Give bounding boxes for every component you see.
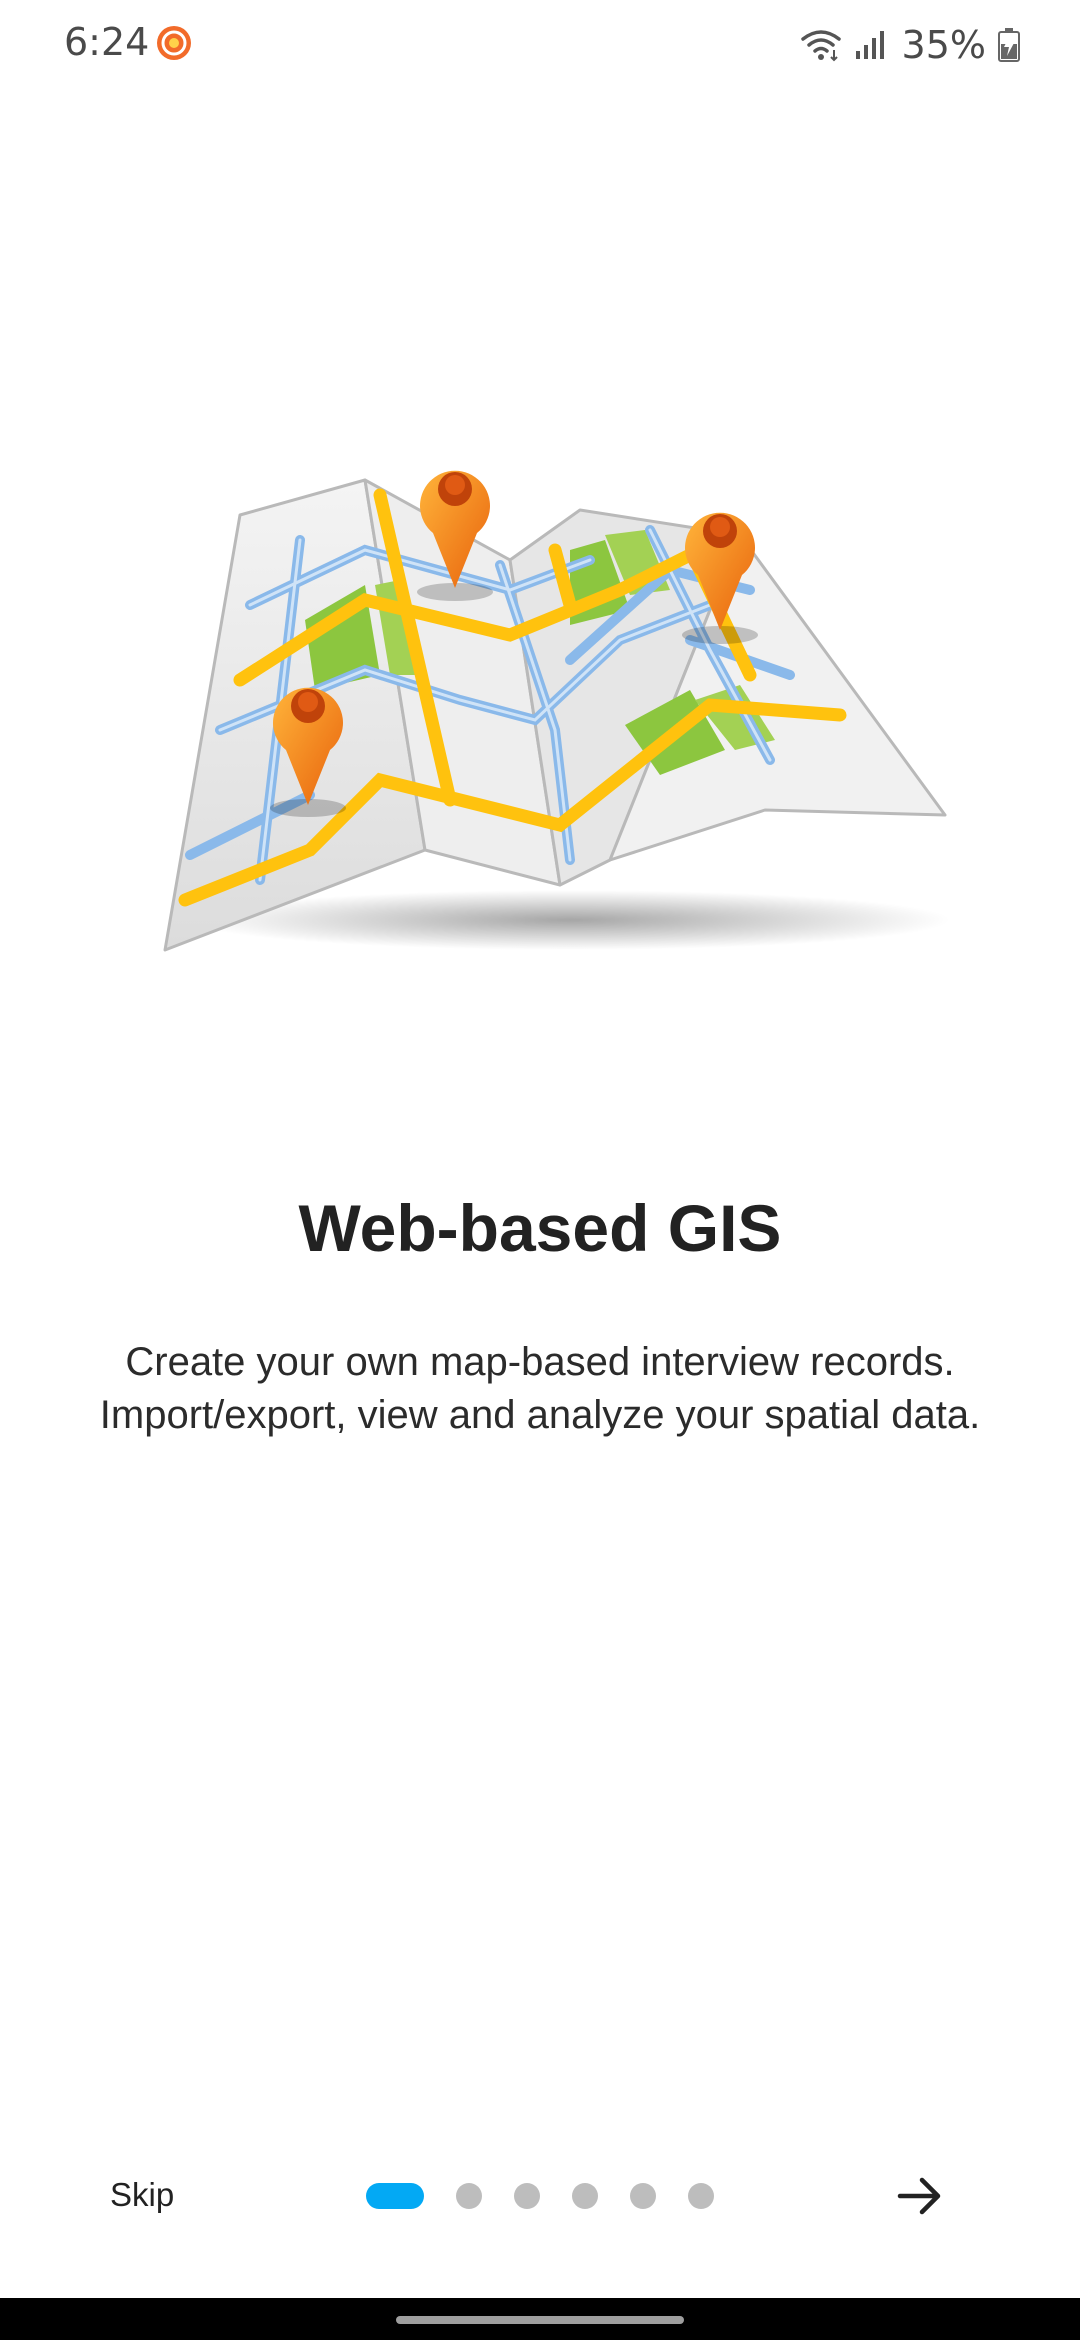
onboarding-screen: 6:24 35% Web-based GIS Create your own m… — [0, 0, 1080, 2340]
page-dot[interactable] — [630, 2183, 656, 2209]
folded-map-with-pins-icon — [163, 470, 950, 952]
signal-icon — [855, 31, 884, 59]
status-bar: 6:24 35% — [0, 0, 1080, 90]
page-dot-active[interactable] — [366, 2183, 424, 2209]
home-indicator[interactable] — [396, 2316, 684, 2324]
battery-percent: 35% — [901, 23, 986, 67]
page-dot[interactable] — [688, 2183, 714, 2209]
page-dot[interactable] — [514, 2183, 540, 2209]
onboarding-description: Create your own map-based interview reco… — [99, 1340, 981, 1437]
page-dot[interactable] — [456, 2183, 482, 2209]
page-dot[interactable] — [572, 2183, 598, 2209]
record-app-icon — [157, 26, 191, 60]
next-button[interactable] — [890, 2166, 950, 2226]
skip-button[interactable]: Skip — [110, 2170, 250, 2220]
wifi-icon — [800, 30, 841, 62]
system-nav-bar — [0, 2298, 1080, 2340]
status-time: 6:24 — [64, 20, 150, 64]
page-indicator — [366, 2181, 746, 2211]
status-icons: 35% — [800, 20, 1020, 70]
arrow-right-icon — [897, 2177, 941, 2215]
onboarding-title: Web-based GIS — [298, 1191, 782, 1265]
battery-charging-icon — [998, 28, 1020, 62]
